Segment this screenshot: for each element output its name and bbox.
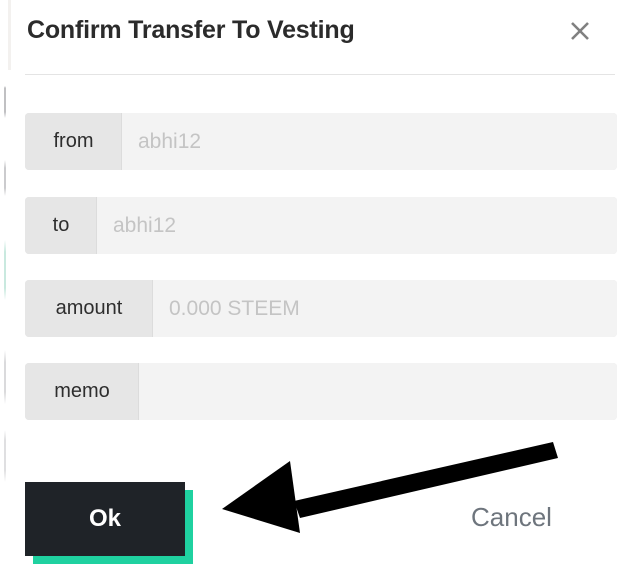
- field-label-amount: amount: [25, 280, 153, 337]
- to-input[interactable]: abhi12: [97, 197, 617, 254]
- field-row-amount[interactable]: amount 0.000 STEEM: [25, 280, 617, 337]
- field-label-to: to: [25, 197, 97, 254]
- confirm-transfer-modal: Confirm Transfer To Vesting from abhi12 …: [0, 0, 640, 578]
- from-input[interactable]: abhi12: [122, 113, 617, 170]
- field-row-to[interactable]: to abhi12: [25, 197, 617, 254]
- page-title: Confirm Transfer To Vesting: [27, 16, 355, 44]
- field-row-from[interactable]: from abhi12: [25, 113, 617, 170]
- amount-input[interactable]: 0.000 STEEM: [153, 280, 617, 337]
- modal-header: Confirm Transfer To Vesting: [0, 0, 640, 74]
- close-button[interactable]: [563, 14, 597, 48]
- field-label-from: from: [25, 113, 122, 170]
- modal-footer: Ok Cancel: [0, 470, 640, 578]
- field-row-memo[interactable]: memo: [25, 363, 617, 420]
- field-label-memo: memo: [25, 363, 139, 420]
- ok-button-wrapper: Ok: [25, 482, 193, 564]
- ok-button[interactable]: Ok: [25, 482, 185, 556]
- cancel-button[interactable]: Cancel: [471, 502, 552, 533]
- memo-input[interactable]: [139, 363, 617, 420]
- close-icon: [568, 19, 592, 43]
- header-divider: [25, 74, 615, 75]
